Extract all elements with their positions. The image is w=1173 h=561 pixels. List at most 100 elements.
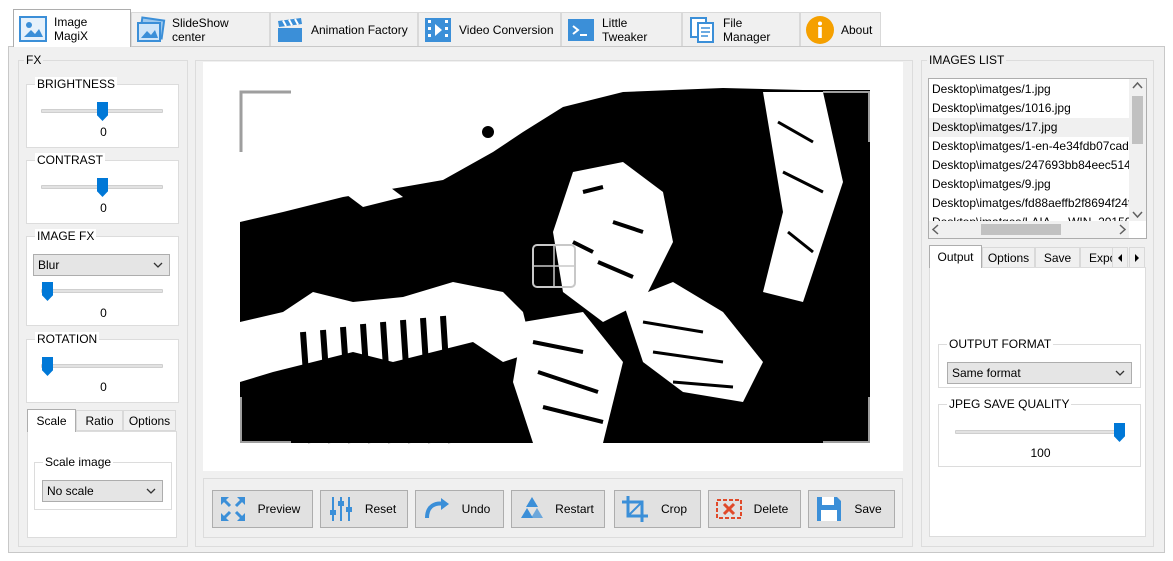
undo-label: Undo <box>461 502 491 516</box>
scale-image-box: Scale image No scale <box>34 455 172 510</box>
subtab-scale-label: Scale <box>36 414 67 428</box>
images-listbox[interactable]: Desktop\imatges/1.jpg Desktop\imatges/10… <box>928 78 1147 239</box>
tab-output-options[interactable]: Options <box>982 247 1035 268</box>
undo-button[interactable]: Undo <box>415 490 504 528</box>
tab-label: Video Conversion <box>459 22 554 37</box>
restart-label: Restart <box>555 502 594 516</box>
tab-label: File Manager <box>723 15 771 44</box>
crop-icon <box>618 492 652 526</box>
terminal-icon <box>566 15 596 45</box>
list-item[interactable]: Desktop\imatges/1-en-4e34fdb07cad <box>929 137 1129 156</box>
clapperboard-icon <box>275 15 305 45</box>
chevron-down-icon <box>1115 370 1125 376</box>
jpeg-quality-value: 100 <box>1030 446 1051 460</box>
list-hscroll-thumb[interactable] <box>981 224 1061 235</box>
jpeg-quality-box: JPEG SAVE QUALITY 100 <box>938 397 1141 467</box>
list-horizontal-scrollbar[interactable] <box>929 221 1129 238</box>
delete-button[interactable]: Delete <box>708 490 801 528</box>
rotation-box: ROTATION 0 <box>26 332 179 403</box>
tab-scroll-left[interactable] <box>1112 247 1128 268</box>
tab-little-tweaker[interactable]: Little Tweaker <box>561 12 682 46</box>
tab-file-manager[interactable]: File Manager <box>682 12 800 46</box>
reset-button[interactable]: Reset <box>320 490 408 528</box>
preview-image <box>239 88 870 444</box>
images-list-title: IMAGES LIST <box>927 53 1007 67</box>
tab-label: Little Tweaker <box>602 15 648 44</box>
list-item[interactable]: Desktop\imatges/17.jpg <box>929 118 1129 137</box>
subtab-options[interactable]: Options <box>123 410 176 431</box>
brightness-slider-thumb[interactable] <box>97 102 108 121</box>
scroll-left-icon[interactable] <box>929 221 943 238</box>
scroll-up-icon[interactable] <box>1129 79 1146 93</box>
crop-button[interactable]: Crop <box>614 490 701 528</box>
brightness-value: 0 <box>100 125 107 139</box>
image-fx-box: IMAGE FX Blur 0 <box>26 229 179 326</box>
scale-select[interactable]: No scale <box>42 480 163 502</box>
preview-button[interactable]: Preview <box>212 490 313 528</box>
image-fx-select[interactable]: Blur <box>33 254 170 276</box>
tab-output-export[interactable]: Expo <box>1080 247 1114 268</box>
scale-tab-panel: Scale image No scale <box>27 431 177 538</box>
subtab-scale[interactable]: Scale <box>27 409 76 432</box>
tab-about[interactable]: About <box>800 12 881 46</box>
tab-label: Image MagiX <box>54 14 89 43</box>
rotation-track <box>41 364 163 368</box>
image-fx-slider-thumb[interactable] <box>42 282 53 301</box>
tab-animation-factory[interactable]: Animation Factory <box>270 12 418 46</box>
crop-label: Crop <box>660 502 687 516</box>
save-button[interactable]: Save <box>808 490 895 528</box>
tab-label: About <box>841 22 873 37</box>
list-scroll-thumb[interactable] <box>1132 96 1143 144</box>
restart-button[interactable]: Restart <box>511 490 605 528</box>
film-icon <box>423 15 453 45</box>
rotation-value: 0 <box>100 380 107 394</box>
tab-image-magix[interactable]: Image MagiX <box>13 9 131 47</box>
preview-label: Preview <box>257 502 301 516</box>
tab-video-conversion[interactable]: Video Conversion <box>418 12 561 46</box>
subtab-ratio[interactable]: Ratio <box>76 410 123 431</box>
list-item[interactable]: Desktop\imatges/9.jpg <box>929 175 1129 194</box>
tab-export-label: Expo <box>1089 250 1114 265</box>
contrast-label: CONTRAST <box>35 153 105 167</box>
jpeg-quality-track <box>955 430 1125 434</box>
delete-label: Delete <box>753 502 789 516</box>
tab-output[interactable]: Output <box>929 245 982 268</box>
brightness-label: BRIGHTNESS <box>35 77 118 91</box>
list-item[interactable]: Desktop\imatges/1016.jpg <box>929 99 1129 118</box>
subtab-options-label: Options <box>128 413 171 428</box>
tab-output-save[interactable]: Save <box>1035 247 1080 268</box>
list-item[interactable]: Desktop\imatges/247693bb84eec514e <box>929 156 1129 175</box>
documents-icon <box>687 15 717 45</box>
contrast-box: CONTRAST 0 <box>26 153 179 224</box>
contrast-slider-thumb[interactable] <box>97 178 108 197</box>
scroll-down-icon[interactable] <box>1129 207 1146 221</box>
contrast-value: 0 <box>100 201 107 215</box>
output-tab-panel: OUTPUT FORMAT Same format JPEG SAVE QUAL… <box>929 267 1146 537</box>
reset-label: Reset <box>364 502 397 516</box>
list-vertical-scrollbar[interactable] <box>1129 79 1146 221</box>
rotation-slider-thumb[interactable] <box>42 357 53 376</box>
expand-arrows-icon <box>216 492 250 526</box>
chevron-down-icon <box>146 488 156 494</box>
caret-left-icon <box>1118 253 1122 262</box>
list-item[interactable]: Desktop\imatges/fd88aeffb2f8694f24f <box>929 194 1129 213</box>
subtab-ratio-label: Ratio <box>85 413 114 428</box>
jpeg-quality-slider-thumb[interactable] <box>1114 423 1125 442</box>
chevron-down-icon <box>153 262 163 268</box>
info-icon <box>805 15 835 45</box>
delete-x-icon <box>712 492 746 526</box>
output-format-box: OUTPUT FORMAT Same format <box>938 337 1141 388</box>
tab-save-label: Save <box>1043 250 1072 265</box>
output-format-label: OUTPUT FORMAT <box>947 337 1054 351</box>
image-canvas <box>203 62 903 471</box>
main-tab-strip: Image MagiX SlideShow center Animation F… <box>0 0 1173 47</box>
save-label: Save <box>854 502 882 516</box>
list-item[interactable]: Desktop\imatges/1.jpg <box>929 80 1129 99</box>
output-format-select[interactable]: Same format <box>947 362 1132 384</box>
scroll-right-icon[interactable] <box>1115 221 1129 238</box>
scale-selected: No scale <box>47 484 94 498</box>
image-fx-label: IMAGE FX <box>35 229 97 243</box>
floppy-disk-icon <box>812 492 846 526</box>
tab-slideshow-center[interactable]: SlideShow center <box>131 12 270 46</box>
tab-scroll-right[interactable] <box>1129 247 1145 268</box>
